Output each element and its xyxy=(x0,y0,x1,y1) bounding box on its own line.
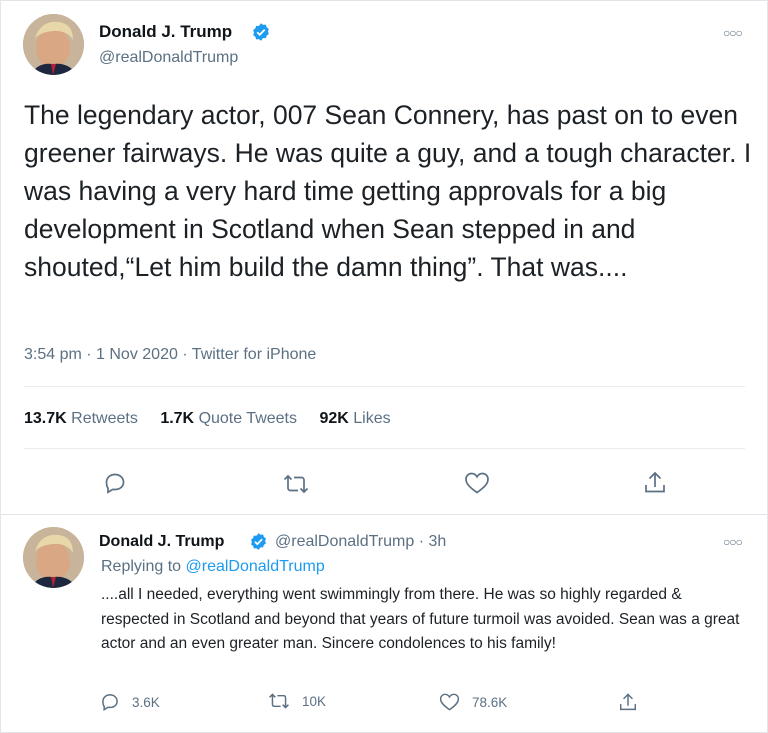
quotes-label: Quote Tweets xyxy=(198,410,297,427)
share-icon[interactable] xyxy=(643,470,667,496)
reply-retweet-button[interactable]: 10K xyxy=(268,692,326,710)
reply-reply-button[interactable]: 3.6K xyxy=(100,692,160,712)
quote-tweets-stat[interactable]: 1.7K Quote Tweets xyxy=(160,410,297,427)
retweets-label: Retweets xyxy=(71,410,138,427)
reply-avatar[interactable] xyxy=(23,527,84,588)
reply-icon xyxy=(102,694,118,711)
verified-badge-icon xyxy=(253,23,269,41)
reply-icon[interactable] xyxy=(103,471,127,495)
reply-like-button[interactable]: 78.6K xyxy=(439,692,507,712)
retweet-icon[interactable] xyxy=(283,473,309,495)
replying-to: Replying to @realDonaldTrump xyxy=(101,558,325,576)
quotes-count: 1.7K xyxy=(160,410,195,427)
reply-tweet-text: ....all I needed, everything went swimmi… xyxy=(101,586,740,652)
more-options-icon[interactable]: ○○○ xyxy=(723,26,743,40)
like-icon xyxy=(439,693,460,711)
tweet-text: The legendary actor, 007 Sean Connery, h… xyxy=(24,100,752,282)
replying-to-label: Replying to xyxy=(101,558,182,575)
likes-stat[interactable]: 92K Likes xyxy=(319,410,390,427)
divider xyxy=(0,514,768,515)
reply-author-name[interactable]: Donald J. Trump xyxy=(99,533,224,551)
author-handle[interactable]: @realDonaldTrump xyxy=(99,49,238,67)
divider xyxy=(24,386,745,387)
share-icon xyxy=(620,693,636,711)
likes-label: Likes xyxy=(353,410,391,427)
verified-badge-icon xyxy=(251,533,266,550)
divider xyxy=(24,448,745,449)
retweet-count: 10K xyxy=(302,693,327,709)
author-name[interactable]: Donald J. Trump xyxy=(99,22,232,42)
likes-count: 92K xyxy=(319,410,349,427)
more-options-icon[interactable]: ○○○ xyxy=(723,535,743,549)
retweet-icon xyxy=(269,693,289,709)
like-icon[interactable] xyxy=(464,471,490,495)
reply-count: 3.6K xyxy=(132,694,160,710)
replying-to-handle-link[interactable]: @realDonaldTrump xyxy=(186,558,325,575)
tweet-stats: 13.7K Retweets 1.7K Quote Tweets 92K Lik… xyxy=(24,410,409,428)
retweets-count: 13.7K xyxy=(24,410,67,427)
avatar[interactable] xyxy=(23,14,84,75)
tweet-meta[interactable]: 3:54 pm · 1 Nov 2020 · Twitter for iPhon… xyxy=(24,346,316,364)
like-count: 78.6K xyxy=(472,694,508,710)
reply-share-button[interactable] xyxy=(618,692,650,713)
retweets-stat[interactable]: 13.7K Retweets xyxy=(24,410,138,427)
reply-author-handle-time[interactable]: @realDonaldTrump · 3h xyxy=(275,533,446,551)
